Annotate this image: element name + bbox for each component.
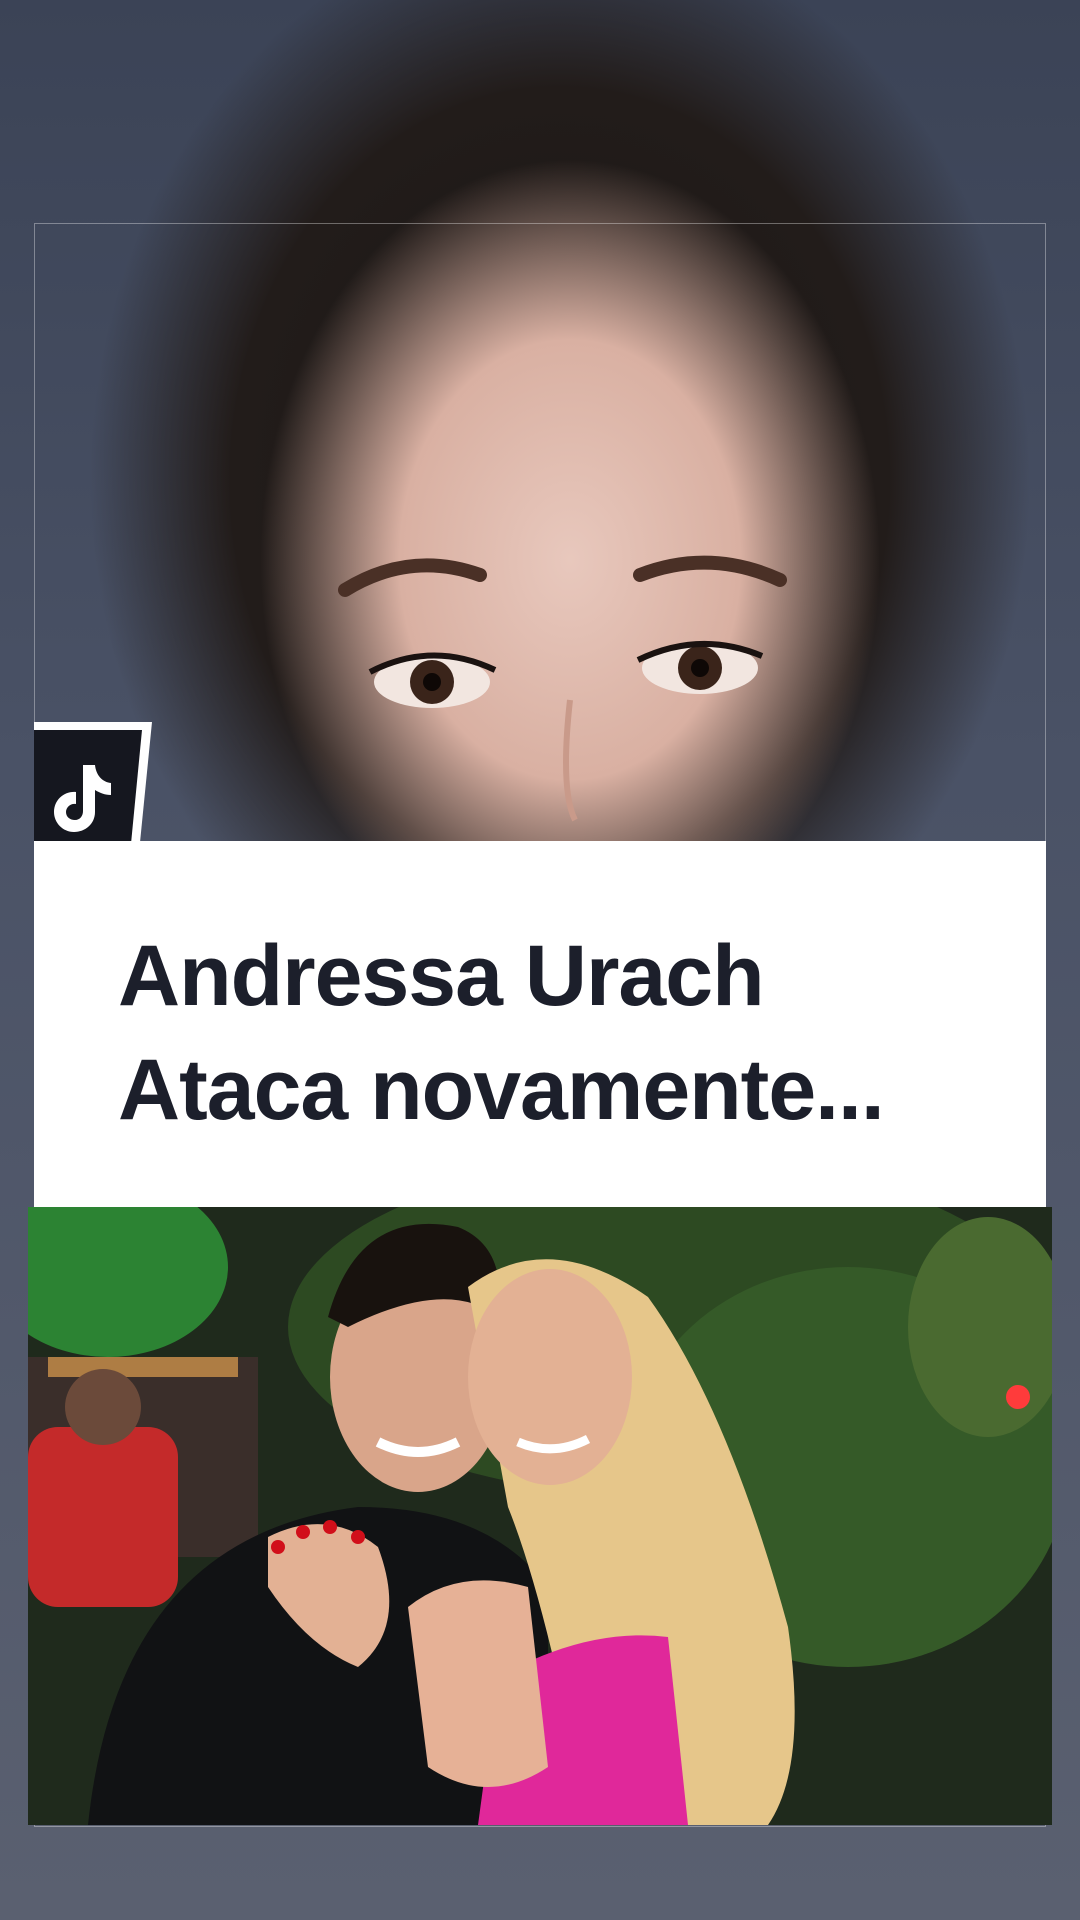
headline-line-2: Ataca novamente... bbox=[118, 1042, 885, 1138]
headline-line-1: Andressa Urach bbox=[118, 928, 765, 1024]
couple-photo bbox=[28, 1207, 1052, 1825]
headline-card: Andressa Urach Ataca novamente... bbox=[34, 841, 1046, 1207]
tiktok-logo-icon bbox=[54, 765, 111, 832]
